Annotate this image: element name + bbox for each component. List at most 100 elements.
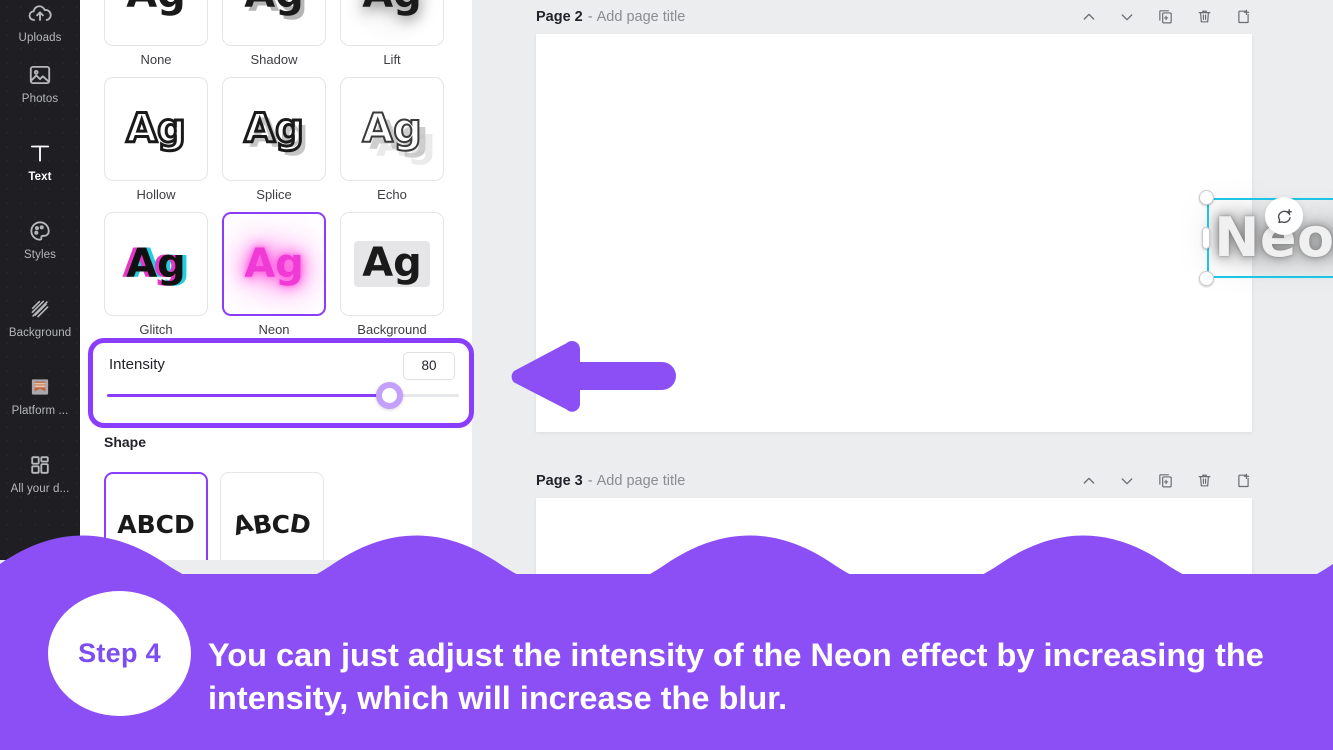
sidebar-item-label: Platform ... xyxy=(11,404,69,417)
platform-icon xyxy=(31,378,49,395)
page-header-2: Page 2 - Add page title xyxy=(536,8,1252,25)
effects-row: Ag Glitch Ag Neon Ag Background xyxy=(104,212,444,337)
left-arrow-icon xyxy=(511,341,676,412)
effect-label: Echo xyxy=(377,187,407,202)
add-comment-button[interactable] xyxy=(1265,197,1303,235)
effect-option-background[interactable]: Ag Background xyxy=(340,212,444,337)
effect-option-glitch[interactable]: Ag Glitch xyxy=(104,212,208,337)
add-page-icon[interactable] xyxy=(1235,8,1252,25)
effect-sample-glyph: Ag xyxy=(126,0,186,14)
intensity-control-card: Intensity 80 xyxy=(88,338,474,428)
effect-label: Glitch xyxy=(139,322,173,337)
effect-sample-glyph: Ag xyxy=(362,0,422,14)
effect-sample-glyph: Ag xyxy=(243,106,306,152)
effect-sample-glyph: Ag xyxy=(354,241,430,287)
resize-handle-top-left[interactable] xyxy=(1199,190,1214,205)
effects-row: Ag Hollow Ag Splice Ag Echo xyxy=(104,77,444,202)
tutorial-caption: You can just adjust the intensity of the… xyxy=(208,637,1264,717)
effects-grid: Ag None Ag Shadow Ag Lift Ag Hollow xyxy=(104,0,444,347)
intensity-value-input[interactable]: 80 xyxy=(403,352,455,380)
effect-sample-glyph: Ag xyxy=(361,106,423,152)
move-page-down-icon[interactable] xyxy=(1119,9,1135,25)
intensity-slider-fill xyxy=(107,394,389,397)
text-effects-panel: Ag None Ag Shadow Ag Lift Ag Hollow xyxy=(80,0,472,560)
resize-handle-bottom-left[interactable] xyxy=(1199,271,1214,286)
sidebar-item-platform[interactable]: Platform ... xyxy=(0,356,80,434)
annotation-arrow xyxy=(508,340,678,417)
page-number-label: Page 3 xyxy=(536,472,583,489)
duplicate-page-icon[interactable] xyxy=(1157,472,1174,489)
step-badge-label: Step 4 xyxy=(78,638,161,668)
image-icon xyxy=(29,65,51,84)
effect-preview[interactable]: Ag xyxy=(340,212,444,316)
effect-preview[interactable]: Ag xyxy=(104,212,208,316)
effects-row: Ag None Ag Shadow Ag Lift xyxy=(104,0,444,67)
page-toolbar xyxy=(1081,472,1252,489)
effect-option-splice[interactable]: Ag Splice xyxy=(222,77,326,202)
page-title-placeholder: - Add page title xyxy=(587,8,686,25)
duplicate-page-icon[interactable] xyxy=(1157,8,1174,25)
page-header-3: Page 3 - Add page title xyxy=(536,472,1252,489)
effect-option-none[interactable]: Ag None xyxy=(104,0,208,67)
effect-option-lift[interactable]: Ag Lift xyxy=(340,0,444,67)
effect-preview[interactable]: Ag xyxy=(222,0,326,46)
effect-preview[interactable]: Ag xyxy=(104,0,208,46)
sidebar-item-label: All your d... xyxy=(10,482,70,495)
sidebar-item-all-your-designs[interactable]: All your d... xyxy=(0,434,80,512)
app-root: Uploads Photos Text Styles Background Pl… xyxy=(0,0,1333,750)
effect-preview[interactable]: Ag xyxy=(340,77,444,181)
effect-sample-glyph: Ag xyxy=(244,241,304,287)
left-sidebar: Uploads Photos Text Styles Background Pl… xyxy=(0,0,80,560)
shape-section-title: Shape xyxy=(104,434,147,450)
text-t-icon xyxy=(30,145,50,162)
page-toolbar xyxy=(1081,8,1252,25)
effect-preview[interactable]: Ag xyxy=(222,77,326,181)
add-comment-icon xyxy=(1277,208,1292,223)
effect-option-shadow[interactable]: Ag Shadow xyxy=(222,0,326,67)
sidebar-item-label: Uploads xyxy=(18,32,62,44)
intensity-slider-knob[interactable] xyxy=(375,382,403,409)
effect-label: Lift xyxy=(383,52,401,67)
page-number-label: Page 2 xyxy=(536,8,583,25)
effect-label: None xyxy=(140,52,172,67)
effect-option-hollow[interactable]: Ag Hollow xyxy=(104,77,208,202)
effect-option-neon[interactable]: Ag Neon xyxy=(222,212,326,337)
step-badge: Step 4 xyxy=(48,591,191,716)
add-page-icon[interactable] xyxy=(1235,472,1252,489)
move-page-up-icon[interactable] xyxy=(1081,473,1097,489)
hatch-pattern-icon xyxy=(31,300,49,317)
grid-squares-icon xyxy=(31,455,49,474)
move-page-up-icon[interactable] xyxy=(1081,9,1097,25)
upload-cloud-icon xyxy=(28,5,52,21)
effect-sample-glyph: Ag xyxy=(125,106,188,152)
effect-label: Hollow xyxy=(136,187,176,202)
sidebar-item-uploads[interactable]: Uploads xyxy=(0,0,80,44)
effect-preview[interactable]: Ag xyxy=(340,0,444,46)
sidebar-item-label: Text xyxy=(28,170,52,183)
sidebar-item-label: Photos xyxy=(21,92,59,105)
resize-handle-left[interactable] xyxy=(1202,227,1210,249)
page-title-placeholder: - Add page title xyxy=(587,472,686,489)
effect-preview-selected[interactable]: Ag xyxy=(222,212,326,316)
sidebar-item-styles[interactable]: Styles xyxy=(0,200,80,278)
tutorial-banner: Step 4 You can just adjust the intensity… xyxy=(0,520,1333,750)
effect-option-echo[interactable]: Ag Echo xyxy=(340,77,444,202)
effect-label: Splice xyxy=(256,187,292,202)
sidebar-item-label: Background xyxy=(8,326,72,339)
sidebar-item-background[interactable]: Background xyxy=(0,278,80,356)
move-page-down-icon[interactable] xyxy=(1119,473,1135,489)
palette-icon xyxy=(30,220,50,241)
effect-label: Neon xyxy=(258,322,290,337)
sidebar-item-text[interactable]: Text xyxy=(0,122,80,200)
delete-page-icon[interactable] xyxy=(1196,472,1213,489)
effect-sample-glyph: Ag xyxy=(244,0,304,14)
effect-preview[interactable]: Ag xyxy=(104,77,208,181)
intensity-label: Intensity xyxy=(109,356,165,373)
sidebar-item-label: Styles xyxy=(24,248,56,261)
delete-page-icon[interactable] xyxy=(1196,8,1213,25)
sidebar-item-photos[interactable]: Photos xyxy=(0,44,80,122)
effect-label: Shadow xyxy=(250,52,298,67)
effect-label: Background xyxy=(357,322,427,337)
intensity-slider-track[interactable] xyxy=(107,382,459,409)
effect-sample-glyph: Ag xyxy=(126,241,186,287)
